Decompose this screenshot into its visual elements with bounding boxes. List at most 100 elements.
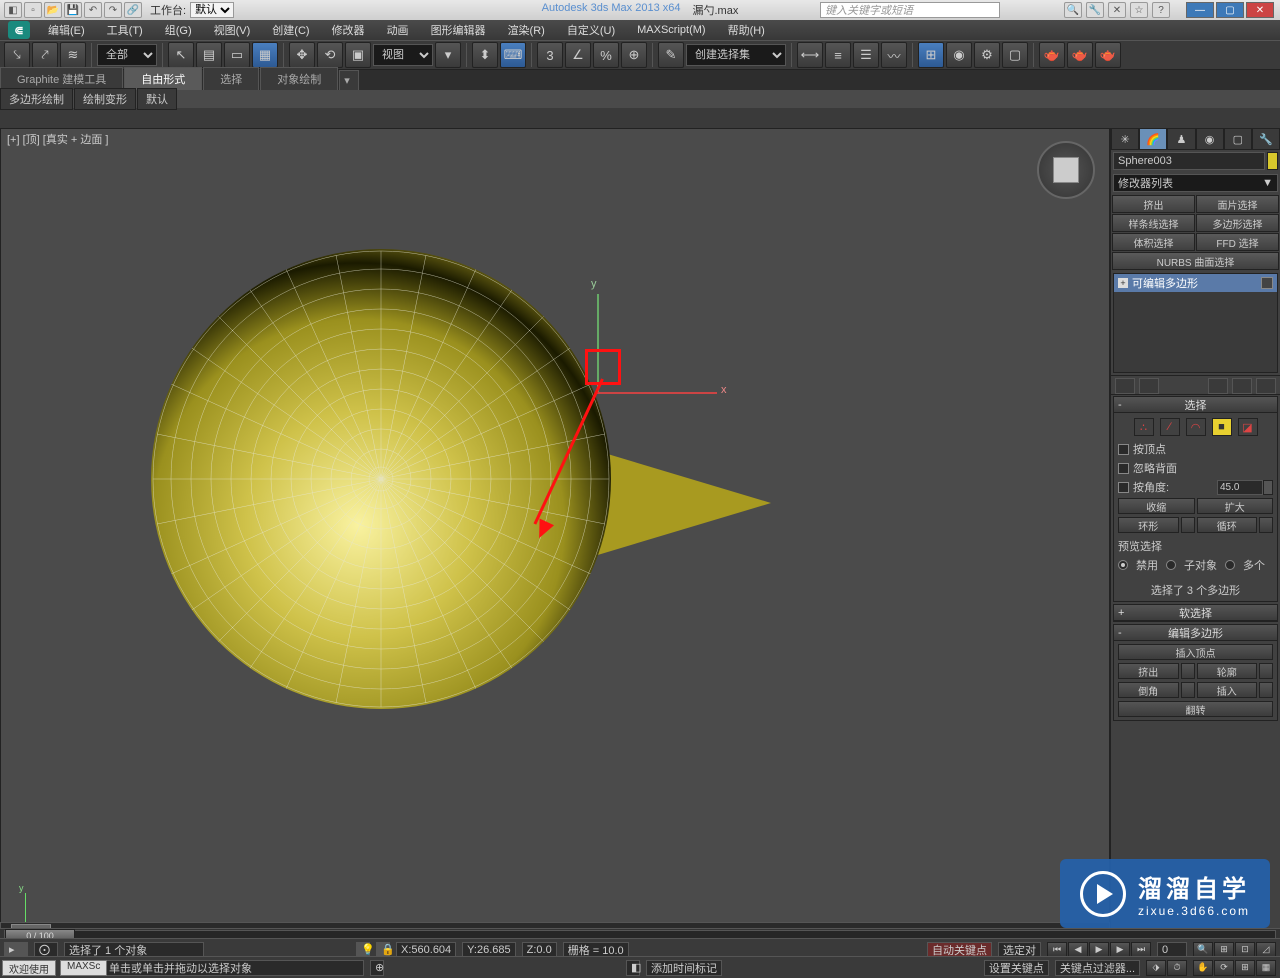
btn-inset[interactable]: 插入 (1197, 682, 1258, 698)
mod-btn-splineselect[interactable]: 样条线选择 (1112, 214, 1195, 232)
link-icon[interactable]: 🔗 (124, 2, 142, 18)
redo-icon[interactable]: ↷ (104, 2, 122, 18)
schematic-view-icon[interactable]: ⊞ (918, 42, 944, 68)
tab-motion-icon[interactable]: ◉ (1196, 128, 1224, 150)
menu-views[interactable]: 视图(V) (210, 22, 255, 38)
btn-shrink[interactable]: 收缩 (1118, 498, 1195, 514)
so-edge-icon[interactable]: ∕ (1160, 418, 1180, 436)
angle-spinner[interactable] (1263, 480, 1273, 495)
layers-icon[interactable]: ☰ (853, 42, 879, 68)
unlink-icon[interactable]: ⤤ (32, 42, 58, 68)
select-by-name-icon[interactable]: ▤ (196, 42, 222, 68)
menu-customize[interactable]: 自定义(U) (563, 22, 619, 38)
window-crossing-icon[interactable]: ▦ (252, 42, 278, 68)
tab-hierarchy-icon[interactable]: ♟ (1167, 128, 1195, 150)
material-editor-icon[interactable]: ◉ (946, 42, 972, 68)
mod-btn-ffdselect[interactable]: FFD 选择 (1196, 233, 1279, 251)
undo-icon[interactable]: ↶ (84, 2, 102, 18)
app-logo-icon[interactable]: ⋐ (8, 21, 30, 39)
exchange-icon[interactable]: ✕ (1108, 2, 1126, 18)
close-button[interactable]: ✕ (1246, 2, 1274, 18)
render-activeshade-icon[interactable]: 🫖 (1095, 42, 1121, 68)
modifier-stack[interactable]: + 可编辑多边形 (1113, 273, 1278, 373)
extrude-settings-icon[interactable] (1181, 663, 1195, 679)
select-link-icon[interactable]: ⤥ (4, 42, 30, 68)
new-icon[interactable]: ▫ (24, 2, 42, 18)
loop-spinner[interactable] (1259, 517, 1273, 533)
mod-btn-patchselect[interactable]: 面片选择 (1196, 195, 1279, 213)
viewcube[interactable] (1037, 141, 1095, 199)
tab-display-icon[interactable]: ▢ (1224, 128, 1252, 150)
ribbon-tab-objectpaint[interactable]: 对象绘制 (260, 67, 338, 90)
ribbon-expand-icon[interactable]: ▾ (339, 70, 359, 90)
angle-snap-icon[interactable]: ∠ (565, 42, 591, 68)
save-icon[interactable]: 💾 (64, 2, 82, 18)
nav-pan-icon[interactable]: ✋ (1193, 960, 1213, 976)
radio-off[interactable] (1118, 560, 1128, 570)
so-element-icon[interactable]: ◪ (1238, 418, 1258, 436)
viewport[interactable]: [+] [顶] [真实 + 边面 ] (0, 128, 1110, 934)
selection-filter-dropdown[interactable]: 全部 (97, 44, 157, 66)
mod-btn-extrude[interactable]: 挤出 (1112, 195, 1195, 213)
select-manipulate-icon[interactable]: ⬍ (472, 42, 498, 68)
menu-group[interactable]: 组(G) (161, 22, 196, 38)
ribbon-sub-paintdeform[interactable]: 绘制变形 (74, 88, 136, 110)
menu-edit[interactable]: 编辑(E) (44, 22, 89, 38)
render-setup-icon[interactable]: ⚙ (974, 42, 1000, 68)
angle-field[interactable] (1217, 480, 1263, 495)
snap-3d-icon[interactable]: 3 (537, 42, 563, 68)
btn-extrude[interactable]: 挤出 (1118, 663, 1179, 679)
select-object-icon[interactable]: ↖ (168, 42, 194, 68)
favorite-icon[interactable]: ☆ (1130, 2, 1148, 18)
menu-grapheditors[interactable]: 图形编辑器 (427, 22, 490, 38)
viewport-label[interactable]: [+] [顶] [真实 + 边面 ] (7, 131, 108, 147)
so-polygon-icon[interactable]: ■ (1212, 418, 1232, 436)
btn-ring[interactable]: 环形 (1118, 517, 1179, 533)
tab-create-icon[interactable]: ✳ (1111, 128, 1139, 150)
stack-expand-icon[interactable]: + (1118, 278, 1128, 288)
spinner-snap-icon[interactable]: ⊕ (621, 42, 647, 68)
chk-by-angle[interactable] (1118, 482, 1129, 493)
mod-btn-volselect[interactable]: 体积选择 (1112, 233, 1195, 251)
minimize-button[interactable]: — (1186, 2, 1214, 18)
menu-rendering[interactable]: 渲染(R) (504, 22, 549, 38)
use-pivot-icon[interactable]: ▾ (435, 42, 461, 68)
ref-coord-dropdown[interactable]: 视图 (373, 44, 433, 66)
move-icon[interactable]: ✥ (289, 42, 315, 68)
nav-orbit-icon[interactable]: ⟳ (1214, 960, 1234, 976)
btn-insert-vertex[interactable]: 插入顶点 (1118, 644, 1273, 660)
so-border-icon[interactable]: ◠ (1186, 418, 1206, 436)
stack-show-icon[interactable] (1139, 378, 1159, 394)
tab-modify-icon[interactable]: 🌈 (1139, 128, 1167, 150)
menu-maxscript[interactable]: MAXScript(M) (633, 24, 709, 36)
maximize-button[interactable]: ▢ (1216, 2, 1244, 18)
ribbon-tab-graphite[interactable]: Graphite 建模工具 (0, 67, 123, 90)
help-icon[interactable]: ? (1152, 2, 1170, 18)
tab-utilities-icon[interactable]: 🔧 (1252, 128, 1280, 150)
open-icon[interactable]: 📂 (44, 2, 62, 18)
menu-create[interactable]: 创建(C) (268, 22, 313, 38)
rollout-selection-header[interactable]: -选择 (1114, 397, 1277, 413)
stack-remove-icon[interactable] (1232, 378, 1252, 394)
modifier-list-dropdown[interactable]: 修改器列表▼ (1113, 174, 1278, 192)
menu-help[interactable]: 帮助(H) (724, 22, 769, 38)
btn-flip[interactable]: 翻转 (1118, 701, 1273, 717)
so-vertex-icon[interactable]: ∴ (1134, 418, 1154, 436)
keyboard-shortcut-icon[interactable]: ⌨ (500, 42, 526, 68)
object-name-field[interactable] (1113, 152, 1265, 170)
btn-loop[interactable]: 循环 (1197, 517, 1258, 533)
rollout-edit-header[interactable]: -编辑多边形 (1114, 625, 1277, 641)
abs-rel-icon[interactable]: ⊕ (370, 960, 384, 976)
btn-grow[interactable]: 扩大 (1197, 498, 1274, 514)
radio-subobj[interactable] (1166, 560, 1176, 570)
edit-named-sel-icon[interactable]: ✎ (658, 42, 684, 68)
percent-snap-icon[interactable]: % (593, 42, 619, 68)
stack-item-editable-poly[interactable]: + 可编辑多边形 (1114, 274, 1277, 292)
add-time-tag[interactable]: 添加时间标记 (646, 960, 722, 976)
key-mode-icon[interactable]: ⬗ (1146, 960, 1166, 976)
ribbon-tab-freeform[interactable]: 自由形式 (124, 67, 202, 90)
bind-space-warp-icon[interactable]: ≋ (60, 42, 86, 68)
mod-btn-nurbs[interactable]: NURBS 曲面选择 (1112, 252, 1279, 270)
mod-btn-polyselect[interactable]: 多边形选择 (1196, 214, 1279, 232)
menu-animation[interactable]: 动画 (383, 22, 413, 38)
